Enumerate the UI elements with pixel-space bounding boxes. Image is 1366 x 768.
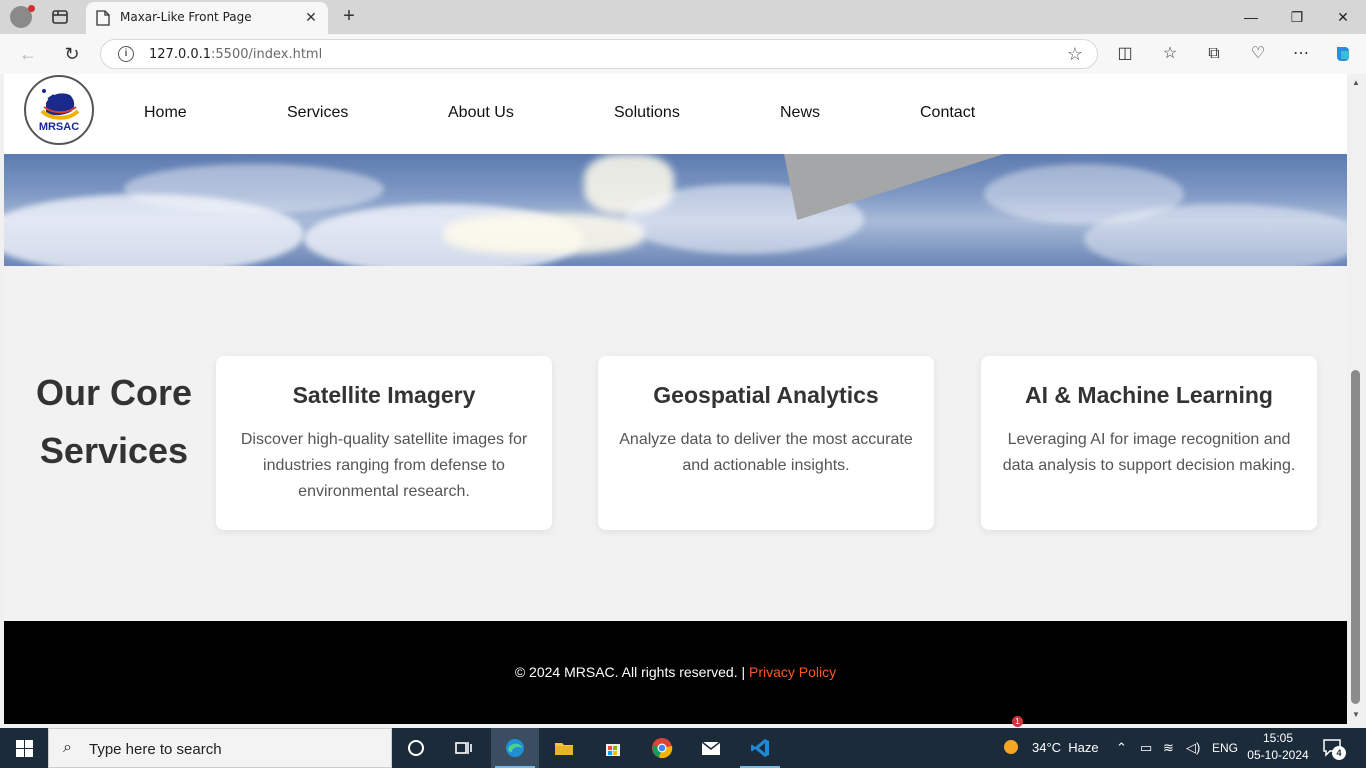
- more-options-icon[interactable]: ⋯: [1290, 43, 1312, 65]
- privacy-policy-link[interactable]: Privacy Policy: [749, 664, 836, 680]
- service-card-text: Discover high-quality satellite images f…: [240, 431, 528, 500]
- nav-link-about-us[interactable]: About Us: [448, 104, 514, 122]
- windows-taskbar: ⌕ Type here to search 1 34°C Haze ⌃ ▭ ≋ …: [0, 716, 1366, 768]
- search-icon: ⌕: [63, 739, 72, 756]
- search-placeholder: Type here to search: [89, 741, 222, 758]
- browser-toolbar: ← ↻ i 127.0.0.1:5500/index.html ☆ ◫ ☆ ⧉ …: [0, 34, 1366, 74]
- new-tab-button[interactable]: +: [338, 6, 360, 28]
- services-section-title: Our Core Services: [35, 372, 193, 471]
- close-tab-icon[interactable]: ✕: [302, 8, 320, 26]
- microsoft-store-icon[interactable]: [589, 728, 637, 768]
- windows-start-icon[interactable]: [0, 728, 48, 768]
- service-card-geospatial-analytics: Geospatial Analytics Analyze data to del…: [598, 356, 934, 530]
- satellite-panel: [784, 154, 1004, 220]
- scrollbar-thumb[interactable]: [1351, 370, 1360, 704]
- minimize-window-icon[interactable]: —: [1228, 0, 1274, 34]
- url-text[interactable]: 127.0.0.1:5500/index.html: [149, 47, 322, 62]
- favorite-star-icon[interactable]: ☆: [1067, 44, 1083, 65]
- hero-satellite-image: [4, 154, 1347, 266]
- service-card-text: Leveraging AI for image recognition and …: [1002, 431, 1296, 474]
- scroll-up-arrow-icon[interactable]: ▲: [1352, 78, 1360, 87]
- cortana-icon[interactable]: [392, 728, 440, 768]
- task-view-icon[interactable]: [440, 728, 488, 768]
- nav-link-solutions[interactable]: Solutions: [614, 104, 680, 122]
- scroll-down-arrow-icon[interactable]: ▼: [1352, 710, 1360, 719]
- site-header: MRSAC Home Services About Us Solutions N…: [4, 74, 1347, 154]
- service-card-title: Satellite Imagery: [292, 382, 476, 408]
- tab-title: Maxar-Like Front Page: [120, 10, 252, 24]
- nav-link-contact[interactable]: Contact: [920, 104, 975, 122]
- wifi-icon[interactable]: ≋: [1163, 728, 1181, 768]
- system-clock[interactable]: 15:05 05-10-2024: [1244, 730, 1312, 764]
- taskbar-search-box[interactable]: ⌕ Type here to search: [48, 728, 392, 768]
- browser-essentials-icon[interactable]: ♡: [1247, 43, 1269, 65]
- page-viewport: MRSAC Home Services About Us Solutions N…: [4, 74, 1347, 724]
- service-card-satellite-imagery: Satellite Imagery Discover high-quality …: [216, 356, 552, 530]
- split-screen-icon[interactable]: ◫: [1114, 43, 1136, 65]
- page-scrollbar[interactable]: ▲ ▼: [1347, 74, 1366, 724]
- restore-window-icon[interactable]: ❐: [1274, 0, 1320, 34]
- favorites-icon[interactable]: ☆: [1159, 43, 1181, 65]
- battery-icon[interactable]: ▭: [1140, 728, 1156, 768]
- site-footer: © 2024 MRSAC. All rights reserved. | Pri…: [4, 621, 1347, 724]
- vscode-icon[interactable]: [736, 728, 784, 768]
- service-card-title: AI & Machine Learning: [1025, 382, 1273, 408]
- chrome-icon[interactable]: [638, 728, 686, 768]
- tab-actions-icon[interactable]: [50, 7, 70, 27]
- edge-browser-icon[interactable]: [491, 728, 539, 768]
- page-icon: [96, 10, 110, 26]
- close-window-icon[interactable]: ✕: [1320, 0, 1366, 34]
- mrsac-logo[interactable]: MRSAC: [24, 75, 94, 145]
- weather-alert-badge: 1: [1012, 716, 1023, 727]
- service-card-title: Geospatial Analytics: [653, 382, 879, 408]
- mail-icon[interactable]: [687, 728, 735, 768]
- browser-tab[interactable]: Maxar-Like Front Page ✕: [86, 2, 328, 34]
- footer-copyright: © 2024 MRSAC. All rights reserved. | Pri…: [514, 664, 837, 680]
- profile-avatar-icon[interactable]: [10, 5, 35, 28]
- language-indicator[interactable]: ENG: [1212, 728, 1238, 768]
- browser-tab-bar: Maxar-Like Front Page ✕ + — ❐ ✕: [0, 0, 1366, 34]
- copilot-icon[interactable]: [1332, 43, 1354, 65]
- volume-icon[interactable]: ◁): [1186, 728, 1202, 768]
- file-explorer-icon[interactable]: [540, 728, 588, 768]
- service-card-ai-machine-learning: AI & Machine Learning Leveraging AI for …: [981, 356, 1317, 530]
- notification-center-icon[interactable]: 4: [1322, 738, 1346, 760]
- nav-link-home[interactable]: Home: [144, 104, 187, 122]
- refresh-icon[interactable]: ↻: [61, 43, 83, 65]
- nav-link-news[interactable]: News: [780, 104, 820, 122]
- back-arrow-icon[interactable]: ←: [17, 43, 39, 65]
- notification-count-badge: 4: [1332, 746, 1346, 760]
- show-hidden-icons-icon[interactable]: ⌃: [1116, 728, 1130, 768]
- nav-link-services[interactable]: Services: [287, 104, 348, 122]
- weather-text: 34°C Haze: [1032, 740, 1099, 755]
- site-info-icon[interactable]: i: [118, 46, 134, 62]
- address-bar[interactable]: i 127.0.0.1:5500/index.html ☆: [100, 39, 1098, 69]
- collections-icon[interactable]: ⧉: [1203, 43, 1225, 65]
- service-card-text: Analyze data to deliver the most accurat…: [619, 431, 913, 474]
